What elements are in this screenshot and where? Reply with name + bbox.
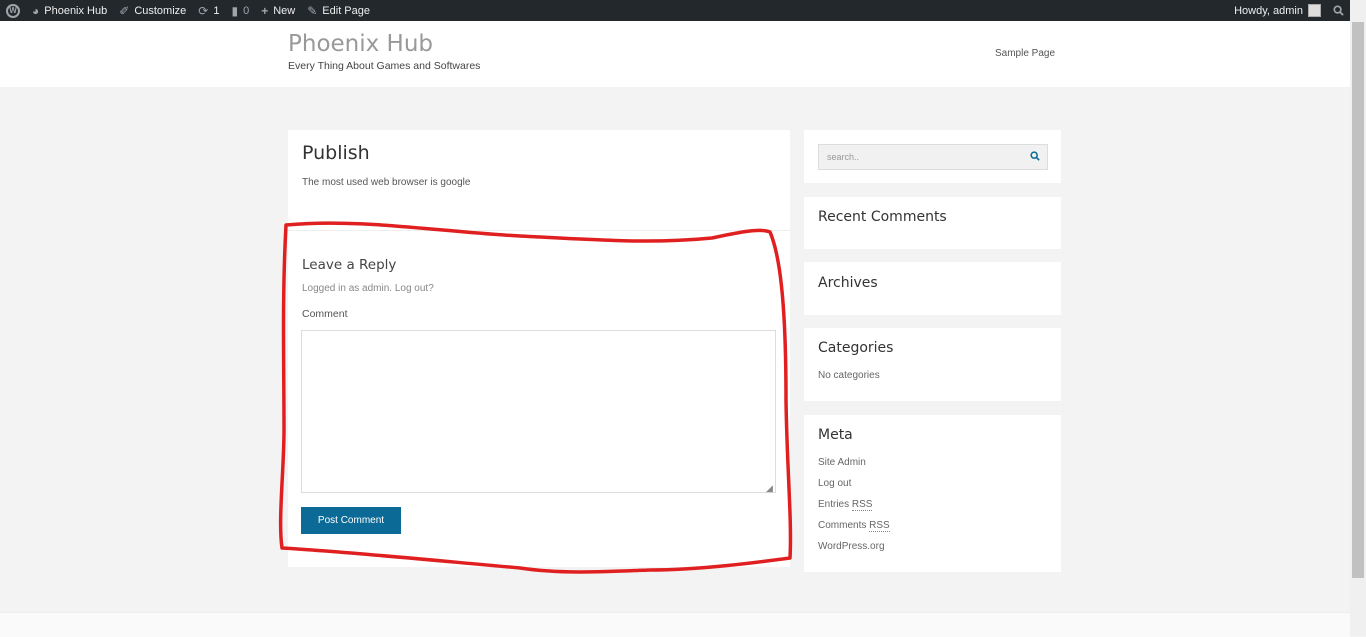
comments-prefix: Comments xyxy=(818,520,870,531)
updates-count: 1 xyxy=(213,4,220,17)
categories-title: Categories xyxy=(818,340,894,356)
scrollbar[interactable] xyxy=(1350,0,1366,636)
meta-link-entries-rss[interactable]: Entries RSS xyxy=(818,499,873,511)
logged-in-text[interactable]: Logged in as admin. Log out? xyxy=(302,283,434,294)
archives-title: Archives xyxy=(818,275,878,291)
recent-comments-title: Recent Comments xyxy=(818,209,947,225)
search-widget: search.. xyxy=(804,130,1061,183)
wordpress-menu[interactable]: W xyxy=(0,0,26,21)
scrollbar-thumb[interactable] xyxy=(1352,22,1364,578)
pencil-icon: ✎ xyxy=(307,3,318,18)
site-name-label: Phoenix Hub xyxy=(44,4,108,17)
footer xyxy=(0,612,1350,637)
main-content-card: Publish The most used web browser is goo… xyxy=(288,130,790,567)
new-label: New xyxy=(273,4,296,17)
edit-page-label: Edit Page xyxy=(322,4,370,17)
meta-link-comments-rss[interactable]: Comments RSS xyxy=(818,520,890,532)
dashboard-icon: ◕ xyxy=(32,3,40,18)
rss-abbr: RSS xyxy=(851,499,873,511)
wordpress-logo-icon: W xyxy=(6,3,20,18)
howdy-label: Howdy, admin xyxy=(1234,4,1303,17)
resize-grip-icon[interactable]: ◢ xyxy=(766,483,773,494)
divider xyxy=(288,230,790,231)
new-content-link[interactable]: + New xyxy=(255,0,301,21)
plus-icon: + xyxy=(261,3,269,18)
recent-comments-widget: Recent Comments xyxy=(804,197,1061,249)
customize-label: Customize xyxy=(134,4,187,17)
rss-abbr: RSS xyxy=(869,520,890,532)
nav-item-sample-page[interactable]: Sample Page xyxy=(995,48,1055,59)
search-submit-icon[interactable] xyxy=(1030,151,1040,161)
avatar xyxy=(1308,4,1321,17)
meta-widget: Meta Site Admin Log out Entries RSS Comm… xyxy=(804,415,1061,572)
admin-bar: W ◕ Phoenix Hub ✐ Customize ⟳ 1 ▮ 0 + Ne… xyxy=(0,0,1350,21)
search-input[interactable]: search.. xyxy=(818,144,1048,170)
no-categories-text: No categories xyxy=(818,370,880,381)
site-header: Phoenix Hub Every Thing About Games and … xyxy=(0,21,1350,87)
customize-link[interactable]: ✐ Customize xyxy=(113,0,192,21)
my-account-link[interactable]: Howdy, admin xyxy=(1228,0,1327,21)
page-title: Publish xyxy=(302,142,370,164)
archives-widget: Archives xyxy=(804,262,1061,315)
post-body: The most used web browser is google xyxy=(302,177,471,188)
adminbar-search[interactable] xyxy=(1327,0,1350,21)
meta-title: Meta xyxy=(818,427,853,443)
comment-textarea[interactable] xyxy=(301,330,776,493)
site-tagline: Every Thing About Games and Softwares xyxy=(288,60,481,72)
meta-link-log-out[interactable]: Log out xyxy=(818,478,851,489)
post-comment-button[interactable]: Post Comment xyxy=(301,507,401,534)
meta-link-wordpress-org[interactable]: WordPress.org xyxy=(818,541,885,552)
updates-link[interactable]: ⟳ 1 xyxy=(192,0,225,21)
meta-link-site-admin[interactable]: Site Admin xyxy=(818,457,866,468)
categories-widget: Categories No categories xyxy=(804,328,1061,401)
edit-page-link[interactable]: ✎ Edit Page xyxy=(301,0,376,21)
site-name-link[interactable]: ◕ Phoenix Hub xyxy=(26,0,113,21)
comments-link[interactable]: ▮ 0 xyxy=(225,0,255,21)
reply-title: Leave a Reply xyxy=(302,257,397,273)
comment-label: Comment xyxy=(302,308,348,320)
update-icon: ⟳ xyxy=(198,3,209,18)
brush-icon: ✐ xyxy=(119,3,130,18)
comment-bubble-icon: ▮ xyxy=(231,3,239,18)
search-placeholder: search.. xyxy=(827,152,860,162)
entries-prefix: Entries xyxy=(818,499,852,510)
site-title[interactable]: Phoenix Hub xyxy=(288,31,433,57)
comments-count: 0 xyxy=(243,4,250,17)
search-icon xyxy=(1333,5,1344,16)
